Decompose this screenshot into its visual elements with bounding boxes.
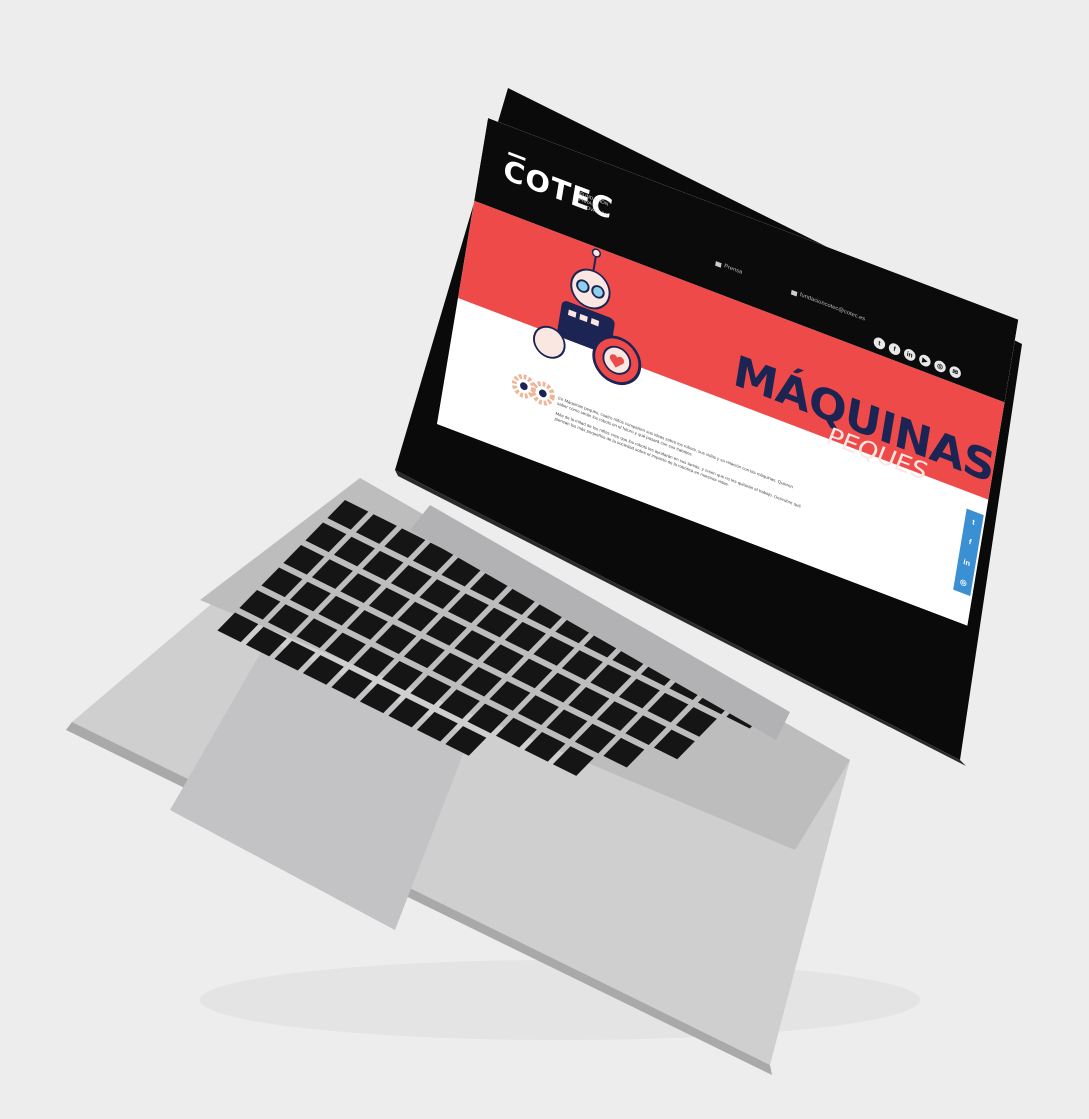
mail-icon <box>790 289 798 297</box>
scene: COTEC FUNDACIÓN PARA LA INNOVACIÓN Prens… <box>0 0 1089 1119</box>
linkedin-share-icon[interactable]: in <box>963 557 971 568</box>
youtube-icon[interactable]: ▶ <box>918 353 932 369</box>
linkedin-icon[interactable]: in <box>903 347 917 363</box>
nav-press-label: Prensa <box>723 263 743 276</box>
email-icon[interactable]: ✉ <box>948 364 962 380</box>
nav-press[interactable]: Prensa <box>715 260 743 276</box>
nav-email[interactable]: fundacioncotec@cotec.es <box>790 289 866 323</box>
newspaper-icon <box>715 260 722 268</box>
facebook-icon[interactable]: f <box>887 341 902 357</box>
twitter-share-icon[interactable]: t <box>972 517 976 526</box>
twitter-icon[interactable]: t <box>872 335 887 351</box>
whatsapp-share-icon[interactable]: ◎ <box>959 577 967 588</box>
instagram-icon[interactable]: ◎ <box>933 358 947 374</box>
facebook-share-icon[interactable]: f <box>968 538 972 547</box>
nav-email-label: fundacioncotec@cotec.es <box>799 292 866 323</box>
